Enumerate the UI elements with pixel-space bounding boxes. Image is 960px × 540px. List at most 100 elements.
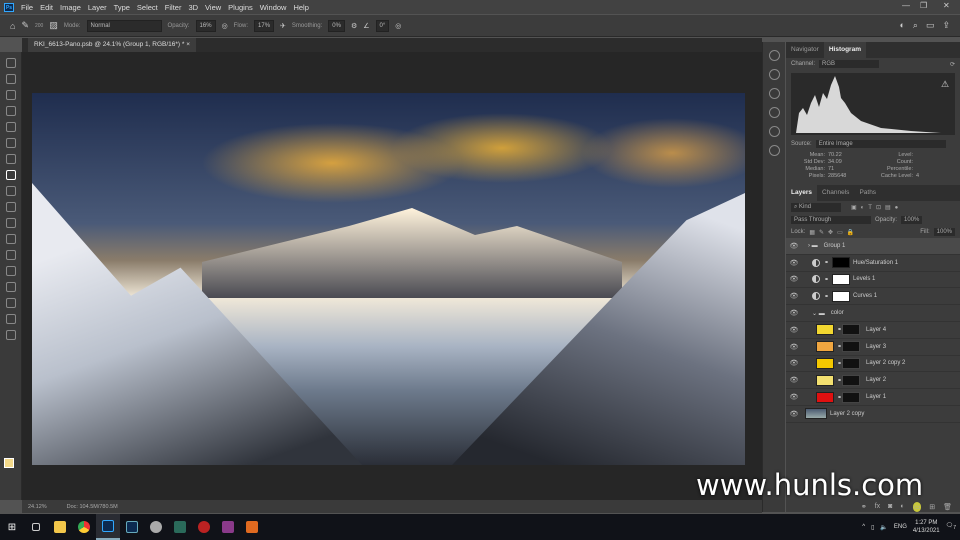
- flow-input[interactable]: 17%: [254, 19, 275, 32]
- landscape-image[interactable]: [32, 93, 745, 465]
- share-icon[interactable]: ⇪: [942, 20, 950, 31]
- marquee-tool-icon[interactable]: [5, 74, 16, 84]
- tab-histogram[interactable]: Histogram: [823, 42, 866, 58]
- filter-icons[interactable]: ▣◐T⊡▤●: [851, 204, 902, 211]
- visibility-eye-icon[interactable]: 👁: [786, 326, 802, 334]
- visibility-eye-icon[interactable]: 👁: [786, 275, 802, 283]
- menu-filter[interactable]: Filter: [165, 3, 182, 12]
- search-icon[interactable]: ⌕: [913, 20, 918, 31]
- brush-tool-icon[interactable]: [5, 170, 16, 180]
- layer-row[interactable]: 👁 ⚭ Curves 1: [786, 288, 960, 306]
- close-button[interactable]: ✕: [943, 1, 950, 10]
- move-tool-icon[interactable]: [5, 58, 16, 68]
- close-tab-icon[interactable]: ×: [186, 41, 190, 48]
- adjustment-icon[interactable]: ◐: [900, 503, 904, 510]
- menu-3d[interactable]: 3D: [188, 3, 198, 12]
- new-group-icon[interactable]: ▭: [912, 501, 922, 512]
- layer-row[interactable]: 👁 ⌄ ▬ color: [786, 305, 960, 322]
- tab-navigator[interactable]: Navigator: [786, 42, 824, 58]
- document-tab[interactable]: RKI_6613-Pano.psb @ 24.1% (Group 1, RGB/…: [28, 38, 197, 52]
- foreground-color-swatch[interactable]: [4, 458, 14, 468]
- tray-chevron-icon[interactable]: ^: [862, 524, 865, 530]
- tab-layers[interactable]: Layers: [786, 185, 817, 201]
- magic-wand-tool-icon[interactable]: [5, 106, 16, 116]
- layer-row[interactable]: 👁 ⚭ Layer 4: [786, 322, 960, 339]
- angle-input[interactable]: 0°: [375, 19, 390, 32]
- layer-row[interactable]: 👁 ⚭ Layer 2: [786, 372, 960, 390]
- photoshop-taskbar-icon[interactable]: [96, 514, 120, 540]
- menu-select[interactable]: Select: [137, 3, 158, 12]
- menu-edit[interactable]: Edit: [40, 3, 53, 12]
- workspace-icon[interactable]: ▭: [926, 20, 935, 31]
- brush-settings-panel-icon[interactable]: [768, 88, 780, 99]
- hand-tool-icon[interactable]: [5, 314, 16, 324]
- visibility-eye-icon[interactable]: 👁: [786, 376, 802, 384]
- restore-button[interactable]: ❐: [920, 1, 927, 10]
- actions-play-icon[interactable]: [768, 69, 780, 80]
- layer-row[interactable]: 👁 ⚭ Layer 3: [786, 339, 960, 356]
- chrome-icon[interactable]: [72, 514, 96, 540]
- layer-opacity-input[interactable]: 100%: [901, 216, 923, 224]
- filter-kind-select[interactable]: ⌕ Kind: [791, 203, 841, 212]
- lasso-tool-icon[interactable]: [5, 90, 16, 100]
- red-app-icon[interactable]: [192, 514, 216, 540]
- volume-icon[interactable]: 🔈: [880, 524, 887, 531]
- info-icon[interactable]: [768, 50, 780, 61]
- file-explorer-icon[interactable]: [48, 514, 72, 540]
- zoom-level[interactable]: 24.12%: [28, 504, 47, 510]
- crop-tool-icon[interactable]: [5, 122, 16, 132]
- mask-icon[interactable]: ◙: [888, 503, 892, 510]
- tab-channels[interactable]: Channels: [817, 185, 854, 201]
- learn-icon[interactable]: ◐: [899, 20, 904, 31]
- blend-mode-select[interactable]: Pass Through: [791, 216, 871, 224]
- orange-app-icon[interactable]: [240, 514, 264, 540]
- channel-select[interactable]: RGB: [819, 60, 880, 68]
- notifications-icon[interactable]: 🗨7: [946, 522, 956, 531]
- character-icon[interactable]: [768, 107, 780, 118]
- visibility-eye-icon[interactable]: 👁: [786, 343, 802, 351]
- menu-file[interactable]: File: [21, 3, 33, 12]
- lang-indicator[interactable]: ENG: [894, 524, 907, 530]
- airbrush-icon[interactable]: ✈: [280, 22, 286, 30]
- path-selection-icon[interactable]: [5, 298, 16, 308]
- smoothing-input[interactable]: 0%: [328, 19, 345, 32]
- layer-row[interactable]: 👁 ⚭ Layer 1: [786, 389, 960, 406]
- visibility-eye-icon[interactable]: 👁: [786, 242, 802, 250]
- visibility-eye-icon[interactable]: 👁: [786, 259, 802, 267]
- menu-layer[interactable]: Layer: [88, 3, 107, 12]
- lightroom-classic-icon[interactable]: [120, 514, 144, 540]
- network-icon[interactable]: ▯: [871, 524, 874, 531]
- layer-row[interactable]: 👁 › ▬ Group 1: [786, 238, 960, 255]
- dodge-tool-icon[interactable]: [5, 250, 16, 260]
- mode-select[interactable]: Normal: [86, 19, 162, 32]
- tab-paths[interactable]: Paths: [854, 185, 881, 201]
- paragraph-icon[interactable]: [768, 126, 780, 137]
- menu-plugins[interactable]: Plugins: [228, 3, 253, 12]
- layer-row[interactable]: 👁 Layer 2 copy: [786, 406, 960, 423]
- purple-app-icon[interactable]: [216, 514, 240, 540]
- gradient-tool-icon[interactable]: [5, 234, 16, 244]
- visibility-eye-icon[interactable]: 👁: [786, 410, 802, 418]
- opacity-input[interactable]: 16%: [195, 19, 216, 32]
- zoom-tool-icon[interactable]: [5, 330, 16, 340]
- new-layer-icon[interactable]: ⊞: [929, 503, 935, 511]
- layer-row[interactable]: 👁 ⚭ Hue/Saturation 1: [786, 255, 960, 272]
- type-tool-icon[interactable]: [5, 282, 16, 292]
- pressure-size-icon[interactable]: ◎: [395, 22, 401, 30]
- brush-settings-icon[interactable]: ▨: [49, 20, 58, 31]
- arrow-app-icon[interactable]: [168, 514, 192, 540]
- brush-preset-picker[interactable]: 200: [35, 23, 43, 29]
- visibility-eye-icon[interactable]: 👁: [786, 393, 802, 401]
- layer-row[interactable]: 👁 ⚭ Layer 2 copy 2: [786, 356, 960, 373]
- fill-input[interactable]: 100%: [933, 228, 955, 236]
- menu-window[interactable]: Window: [260, 3, 287, 12]
- start-button[interactable]: ⊞: [0, 514, 24, 540]
- pressure-opacity-icon[interactable]: ◎: [222, 22, 228, 30]
- eyedropper-tool-icon[interactable]: [5, 138, 16, 148]
- pen-tool-icon[interactable]: [5, 266, 16, 276]
- visibility-eye-icon[interactable]: 👁: [786, 292, 802, 300]
- history-brush-icon[interactable]: [5, 202, 16, 212]
- eraser-tool-icon[interactable]: [5, 218, 16, 228]
- gear-icon[interactable]: ⚙: [351, 22, 357, 30]
- clock[interactable]: 1:27 PM 4/13/2021: [913, 519, 940, 535]
